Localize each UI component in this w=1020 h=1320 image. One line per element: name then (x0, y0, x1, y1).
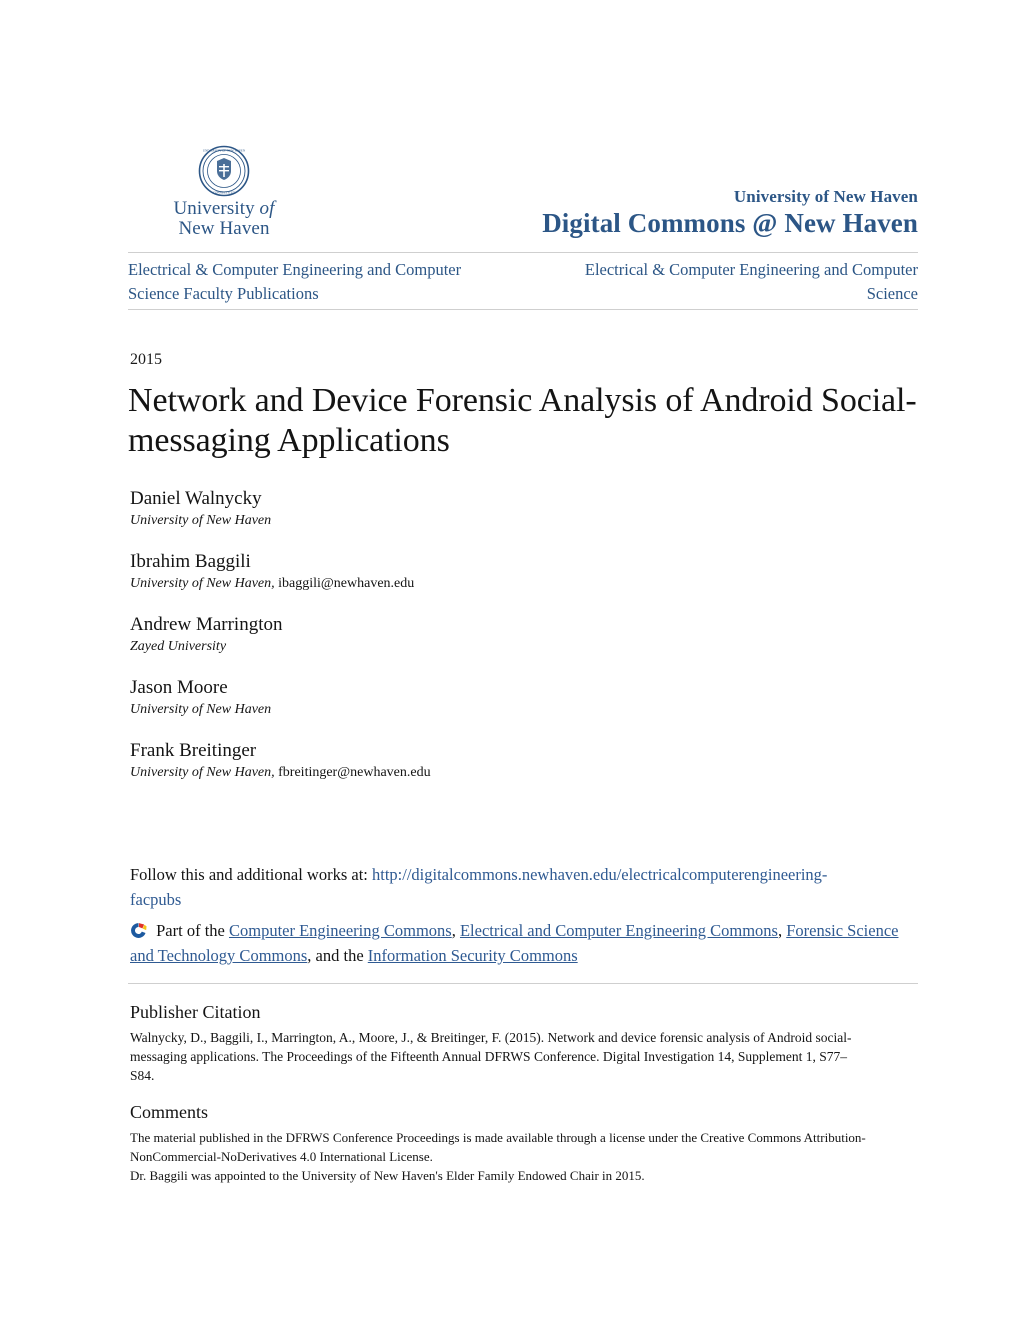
university-logo: UNIVERSITY OF NEW HAVEN CONNECTICUT Univ… (134, 145, 314, 239)
disciplines-prefix: Part of the (156, 921, 225, 940)
author-entry: Daniel Walnycky University of New Haven (130, 487, 830, 530)
wordmark-of: of (259, 198, 275, 219)
publisher-citation-section: Publisher Citation Walnycky, D., Baggili… (130, 1000, 870, 1085)
author-name: Frank Breitinger (130, 740, 257, 761)
author-entry: Ibrahim Baggili University of New Haven,… (130, 550, 830, 593)
wordmark-new-haven: New Haven (178, 218, 270, 239)
repository-university-name: University of New Haven (733, 187, 918, 206)
svg-text:CONNECTICUT: CONNECTICUT (213, 191, 235, 195)
separator-3: , and the (307, 946, 364, 965)
discipline-link-electrical-computer-engineering[interactable]: Electrical and Computer Engineering Comm… (460, 921, 778, 940)
svg-text:UNIVERSITY OF NEW HAVEN: UNIVERSITY OF NEW HAVEN (203, 149, 246, 153)
author-email: fbreitinger@newhaven.edu (278, 765, 431, 780)
publisher-citation-heading: Publisher Citation (130, 1002, 261, 1022)
author-name: Andrew Marrington (130, 614, 283, 635)
author-list: Daniel Walnycky University of New Haven … (130, 487, 830, 782)
divider-top (128, 252, 918, 253)
author-affiliation: University of New Haven, fbreitinger@new… (130, 763, 830, 782)
discipline-link-information-security[interactable]: Information Security Commons (368, 946, 578, 965)
affiliation-text: University of New Haven (130, 702, 272, 717)
divider-below-departments (128, 309, 918, 310)
separator-2: , (777, 921, 783, 940)
affiliation-text: University of New Haven, (130, 576, 275, 591)
comments-paragraph: The material published in the DFRWS Conf… (130, 1130, 866, 1164)
author-name: Jason Moore (130, 677, 228, 698)
author-affiliation: University of New Haven (130, 511, 830, 530)
digital-commons-logo-icon (131, 923, 147, 938)
follow-works-line: Follow this and additional works at: htt… (130, 862, 830, 912)
author-affiliation: University of New Haven (130, 700, 830, 719)
author-affiliation: Zayed University (130, 637, 830, 656)
author-name: Daniel Walnycky (130, 488, 262, 509)
comments-text: The material published in the DFRWS Conf… (130, 1128, 870, 1185)
affiliation-text: University of New Haven, (130, 765, 275, 780)
comments-heading: Comments (130, 1102, 209, 1122)
department-row: Electrical & Computer Engineering and Co… (128, 258, 918, 306)
author-entry: Frank Breitinger University of New Haven… (130, 739, 830, 782)
disciplines-line: Part of the Computer Engineering Commons… (130, 918, 910, 968)
author-email: ibaggili@newhaven.edu (278, 576, 415, 591)
affiliation-text: University of New Haven (130, 513, 272, 528)
publisher-citation-text: Walnycky, D., Baggili, I., Marrington, A… (130, 1030, 852, 1083)
masthead: UNIVERSITY OF NEW HAVEN CONNECTICUT Univ… (128, 145, 918, 250)
collection-name[interactable]: Electrical & Computer Engineering and Co… (128, 258, 513, 306)
university-wordmark: University of New Haven (134, 199, 314, 239)
discipline-link-computer-engineering[interactable]: Computer Engineering Commons (229, 921, 452, 940)
author-entry: Jason Moore University of New Haven (130, 676, 830, 719)
author-name: Ibrahim Baggili (130, 551, 251, 572)
department-name[interactable]: Electrical & Computer Engineering and Co… (533, 258, 918, 306)
publication-year: 2015 (130, 351, 162, 368)
divider-above-citation (128, 983, 918, 984)
author-affiliation: University of New Haven, ibaggili@newhav… (130, 574, 830, 593)
page-title: Network and Device Forensic Analysis of … (128, 382, 917, 459)
university-seal-icon: UNIVERSITY OF NEW HAVEN CONNECTICUT (198, 145, 250, 197)
comments-section: Comments The material published in the D… (130, 1100, 870, 1185)
author-entry: Andrew Marrington Zayed University (130, 613, 830, 656)
cover-page: UNIVERSITY OF NEW HAVEN CONNECTICUT Univ… (0, 0, 1020, 1320)
repository-title: University of New Haven Digital Commons … (448, 187, 918, 239)
comments-paragraph: Dr. Baggili was appointed to the Univers… (130, 1168, 645, 1183)
follow-prefix: Follow this and additional works at: (130, 865, 368, 884)
wordmark-university: University (173, 198, 255, 219)
repository-name: Digital Commons @ New Haven (542, 208, 918, 238)
affiliation-text: Zayed University (130, 639, 227, 654)
separator-1: , (451, 921, 456, 940)
